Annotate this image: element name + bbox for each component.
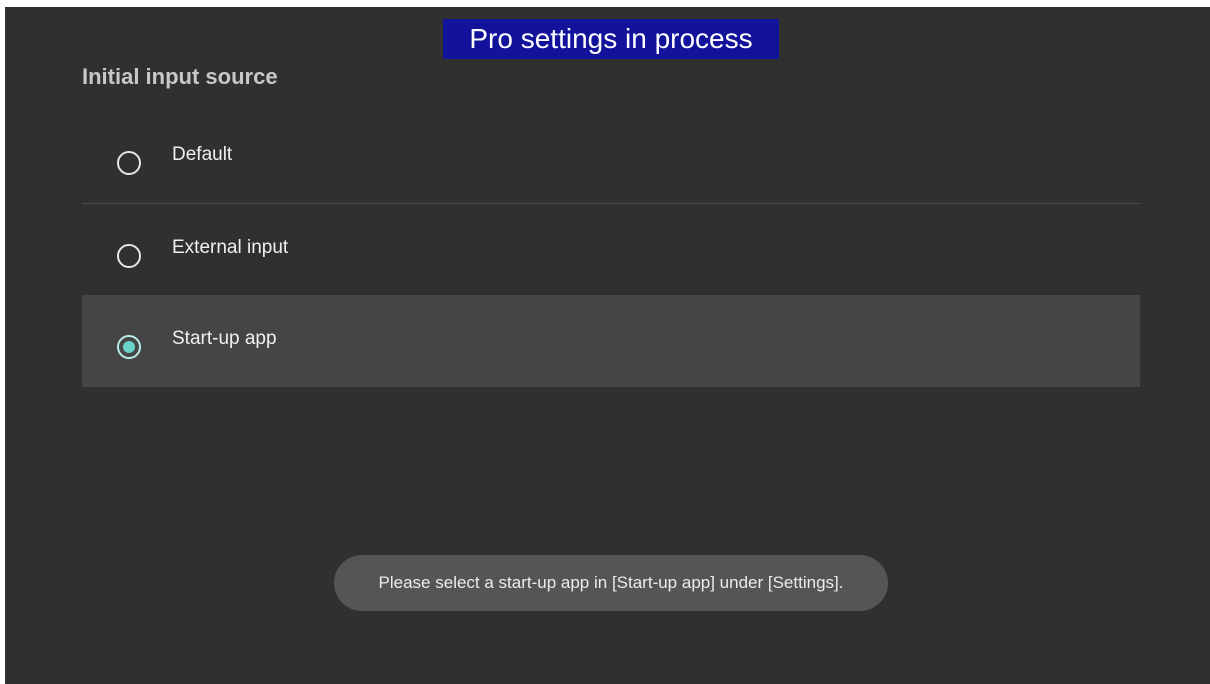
radio-dot-icon — [123, 341, 135, 353]
option-default[interactable]: Default — [82, 111, 1140, 203]
option-label: Start-up app — [172, 328, 277, 349]
toast-message: Please select a start-up app in [Start-u… — [334, 555, 888, 611]
settings-screen: Pro settings in process Initial input so… — [5, 7, 1210, 684]
pro-settings-banner: Pro settings in process — [443, 19, 779, 59]
radio-unchecked-icon[interactable] — [117, 151, 141, 175]
section-title: Initial input source — [82, 64, 278, 89]
radio-unchecked-icon[interactable] — [117, 244, 141, 268]
option-label: Default — [172, 144, 233, 165]
radio-checked-icon[interactable] — [117, 335, 141, 359]
option-label: External input — [172, 237, 289, 258]
option-start-up-app[interactable]: Start-up app — [82, 295, 1140, 387]
option-external-input[interactable]: External input — [82, 203, 1140, 295]
